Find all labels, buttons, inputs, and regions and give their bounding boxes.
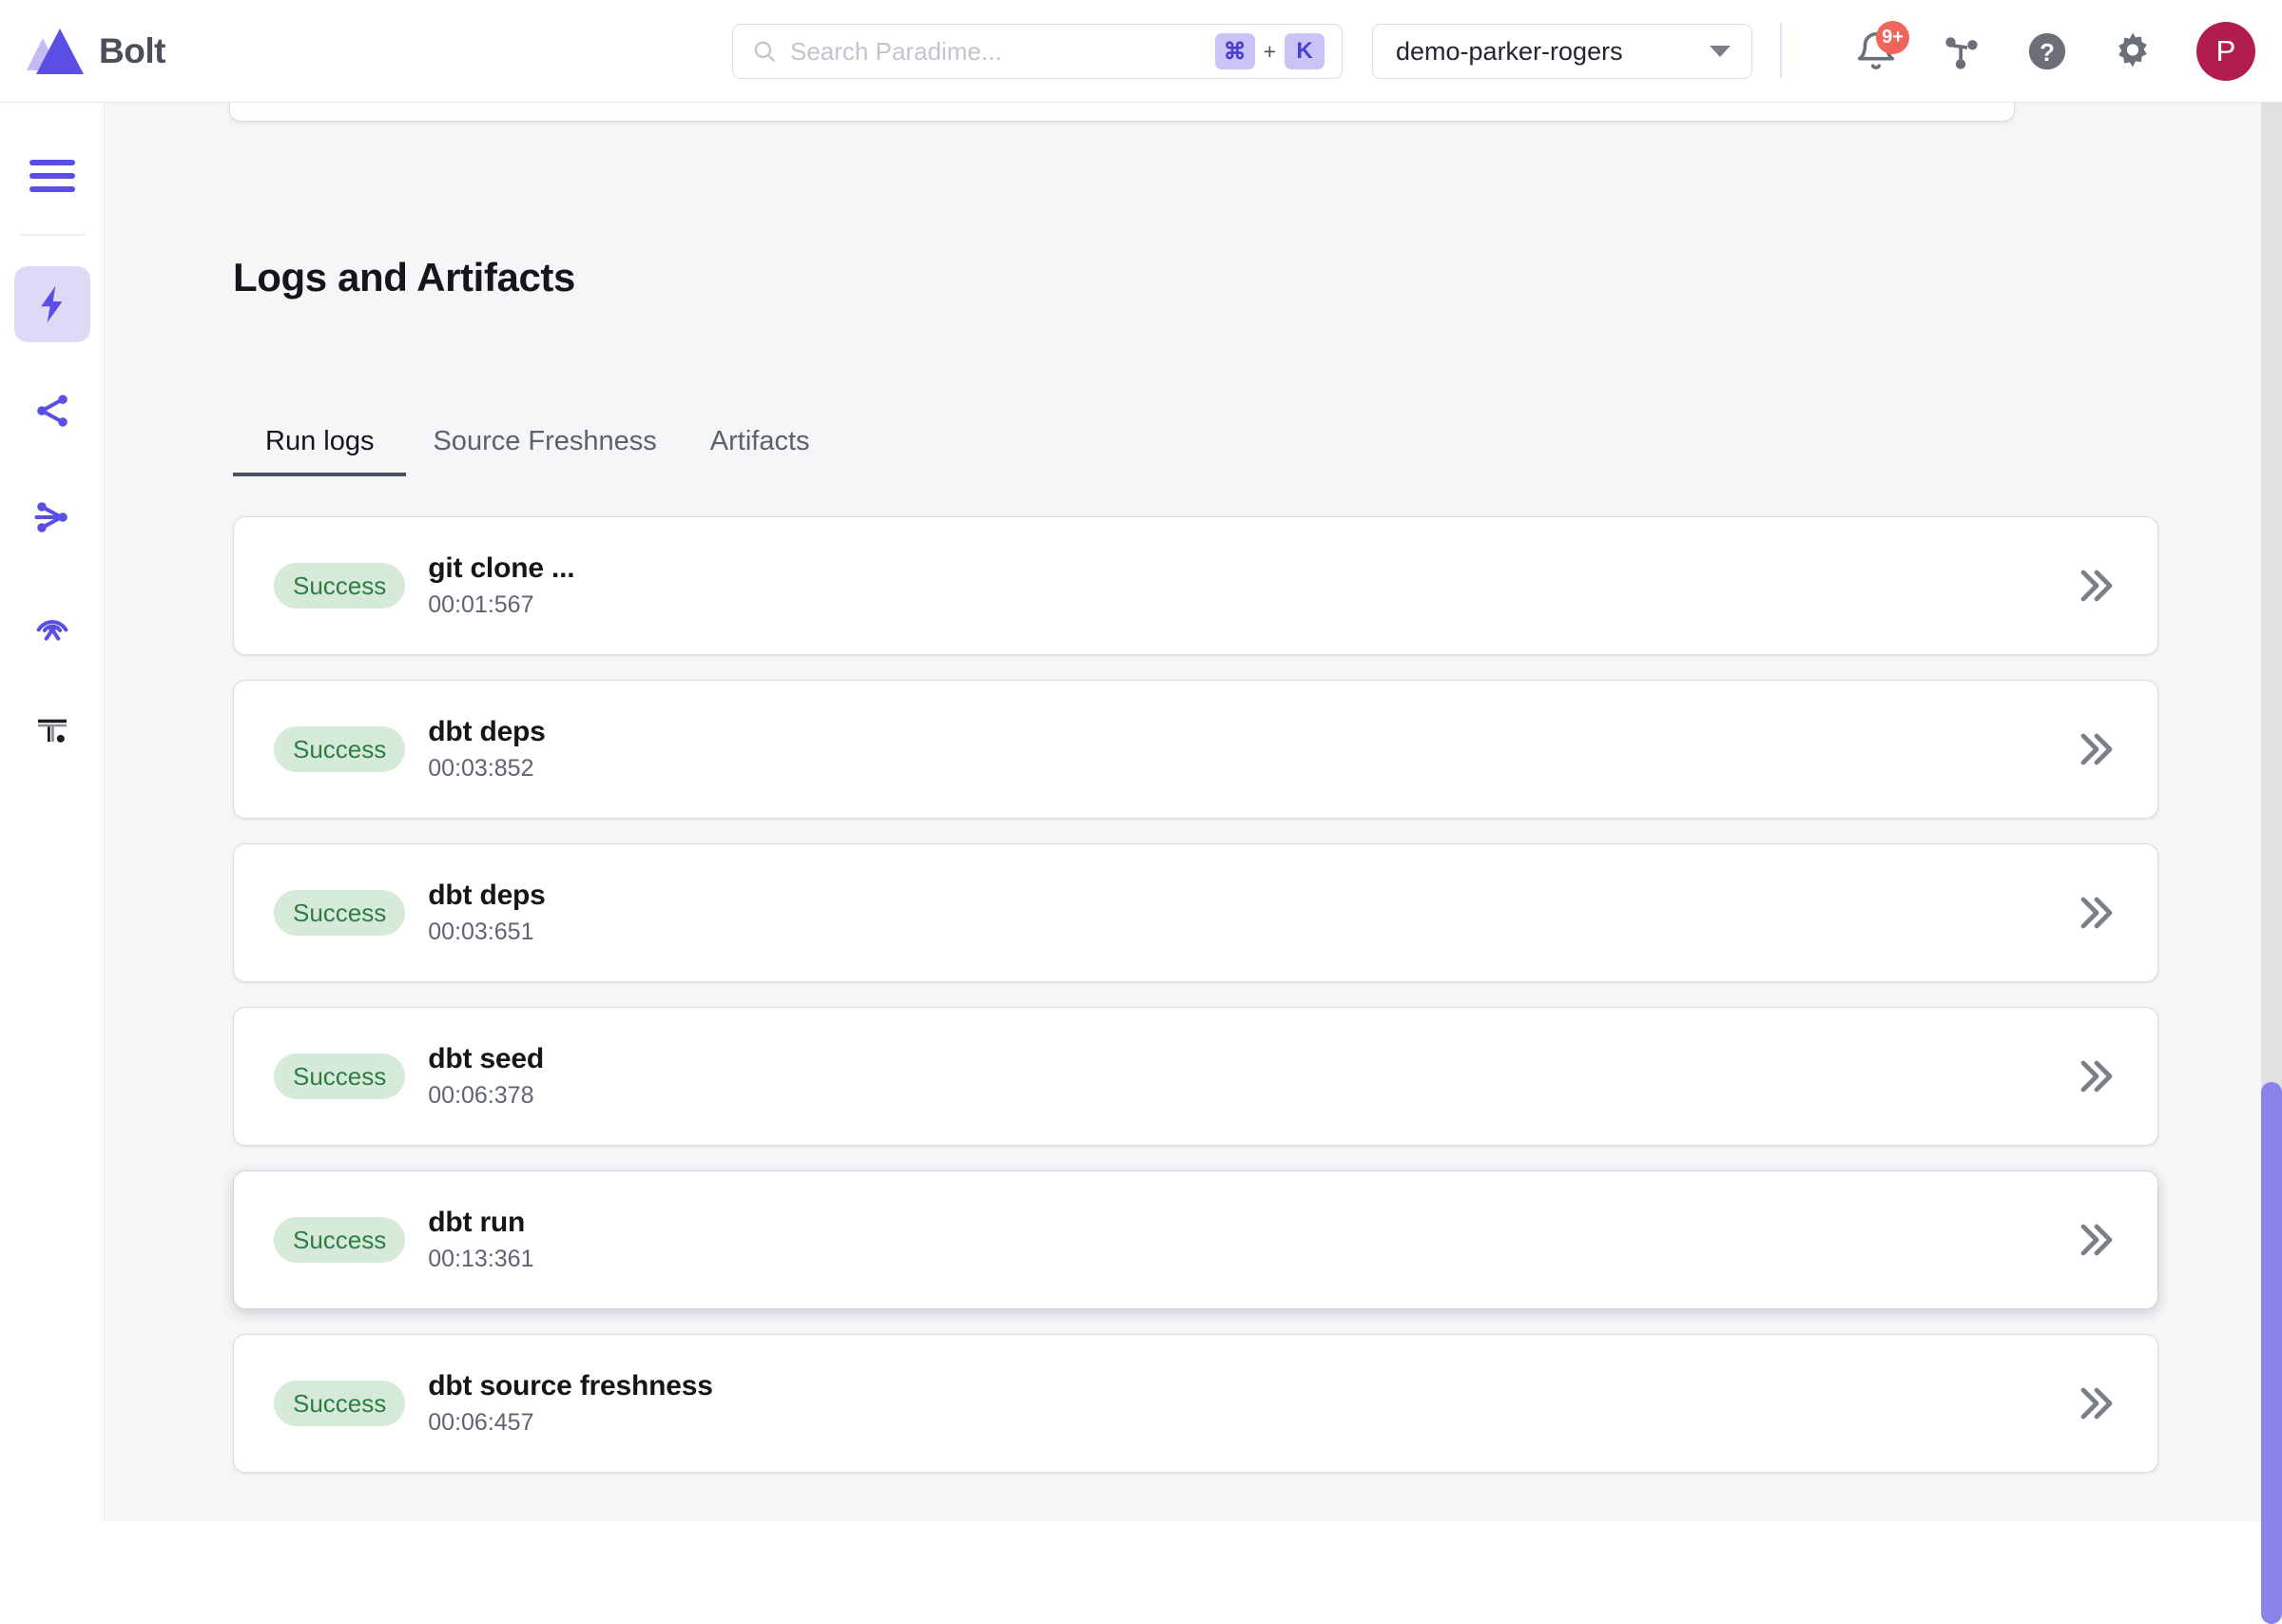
status-badge: Success xyxy=(274,1054,406,1099)
help-button[interactable]: ? xyxy=(2025,29,2069,73)
double-chevron-right-icon[interactable] xyxy=(2070,1381,2116,1426)
double-chevron-right-icon[interactable] xyxy=(2070,563,2116,609)
paradime-triangle-logo-icon xyxy=(25,25,84,78)
double-chevron-right-icon[interactable] xyxy=(2070,726,2116,772)
tab-source-freshness[interactable]: Source Freshness xyxy=(406,426,683,476)
log-duration: 00:06:378 xyxy=(428,1082,534,1110)
search-input[interactable] xyxy=(790,36,1215,67)
help-circle-icon: ? xyxy=(2028,32,2066,70)
left-sidebar xyxy=(0,103,105,1521)
log-name: dbt run xyxy=(428,1206,526,1238)
shortcut-cmd-key: ⌘ xyxy=(1214,33,1255,69)
notification-badge: 9+ xyxy=(1876,21,1909,54)
search-icon xyxy=(754,41,775,62)
log-row[interactable]: Success dbt run 00:13:361 xyxy=(233,1170,2158,1309)
double-chevron-right-icon[interactable] xyxy=(2070,890,2116,936)
settings-button[interactable] xyxy=(2111,29,2155,73)
search-bar[interactable]: ⌘ + K xyxy=(732,24,1343,79)
log-duration: 00:13:361 xyxy=(428,1246,534,1273)
log-text: git clone ... 00:01:567 xyxy=(428,552,574,620)
tab-run-logs[interactable]: Run logs xyxy=(233,426,407,476)
log-duration: 00:03:651 xyxy=(428,918,534,946)
shortcut-k-key: K xyxy=(1285,33,1325,69)
run-logs-list: Success git clone ... 00:01:567 Success … xyxy=(233,516,2158,1498)
branch-network-icon xyxy=(1945,37,1978,69)
search-shortcut: ⌘ + K xyxy=(1214,33,1325,69)
header-divider xyxy=(1780,23,1782,78)
log-duration: 00:06:457 xyxy=(428,1409,534,1437)
sidebar-item-turbo-ci[interactable] xyxy=(14,692,90,768)
log-row[interactable]: Success dbt seed 00:06:378 xyxy=(233,1007,2158,1146)
tab-artifacts[interactable]: Artifacts xyxy=(684,426,837,476)
sidebar-divider xyxy=(19,234,85,236)
log-name: dbt deps xyxy=(428,715,546,747)
share-nodes-icon xyxy=(36,395,68,427)
status-badge: Success xyxy=(274,563,406,609)
log-text: dbt deps 00:03:651 xyxy=(428,879,546,947)
radar-signal-icon xyxy=(36,620,68,641)
log-name: dbt deps xyxy=(428,879,546,911)
notifications-button[interactable]: 9+ xyxy=(1854,21,1909,73)
log-text: dbt run 00:13:361 xyxy=(428,1207,533,1274)
top-header: Bolt ⌘ + K demo-parker-rogers 9+ xyxy=(0,0,2282,103)
page-scrollbar-track[interactable] xyxy=(2261,103,2282,1624)
log-name: dbt source freshness xyxy=(428,1369,713,1402)
status-badge: Success xyxy=(274,890,406,936)
page-title: Logs and Artifacts xyxy=(233,255,575,300)
log-row[interactable]: Success git clone ... 00:01:567 xyxy=(233,516,2158,655)
page-scrollbar-thumb[interactable] xyxy=(2261,1082,2282,1624)
sidebar-item-radar[interactable] xyxy=(14,586,90,662)
double-chevron-right-icon[interactable] xyxy=(2070,1054,2116,1099)
tab-bar: Run logs Source Freshness Artifacts xyxy=(233,426,837,476)
brand[interactable]: Bolt xyxy=(25,25,165,78)
sidebar-item-bolt[interactable] xyxy=(13,266,90,342)
double-chevron-right-icon[interactable] xyxy=(2070,1217,2116,1263)
lightning-bolt-icon xyxy=(40,285,62,323)
main-content: Logs and Artifacts Run logs Source Fresh… xyxy=(106,103,2282,1521)
log-text: dbt deps 00:03:852 xyxy=(428,715,546,783)
shortcut-plus: + xyxy=(1263,38,1276,64)
chevron-down-icon xyxy=(1710,46,1731,57)
hamburger-menu-icon[interactable] xyxy=(29,160,75,192)
header-actions: 9+ ? P xyxy=(1854,0,2255,103)
workspace-name: demo-parker-rogers xyxy=(1396,36,1623,66)
log-row[interactable]: Success dbt deps 00:03:651 xyxy=(233,843,2158,982)
log-name: git clone ... xyxy=(428,551,575,584)
turbo-ci-icon xyxy=(37,719,67,743)
branch-split-icon xyxy=(33,502,68,532)
log-row[interactable]: Success dbt deps 00:03:852 xyxy=(233,680,2158,819)
log-text: dbt source freshness 00:06:457 xyxy=(428,1369,713,1438)
partial-card-above xyxy=(229,103,2015,122)
brand-name: Bolt xyxy=(99,30,165,70)
status-badge: Success xyxy=(274,726,406,772)
log-text: dbt seed 00:06:378 xyxy=(428,1043,544,1111)
log-duration: 00:01:567 xyxy=(428,591,534,619)
avatar[interactable]: P xyxy=(2196,22,2255,81)
workspace-selector[interactable]: demo-parker-rogers xyxy=(1372,24,1752,79)
status-badge: Success xyxy=(274,1217,406,1263)
svg-text:?: ? xyxy=(2040,40,2055,67)
log-name: dbt seed xyxy=(428,1042,545,1074)
lineage-button[interactable] xyxy=(1940,29,1983,73)
gear-icon xyxy=(2118,32,2147,68)
sidebar-item-branches[interactable] xyxy=(14,479,90,555)
sidebar-item-lineage[interactable] xyxy=(14,373,90,449)
log-row[interactable]: Success dbt source freshness 00:06:457 xyxy=(233,1334,2158,1473)
status-badge: Success xyxy=(274,1381,406,1426)
log-duration: 00:03:852 xyxy=(428,755,534,783)
